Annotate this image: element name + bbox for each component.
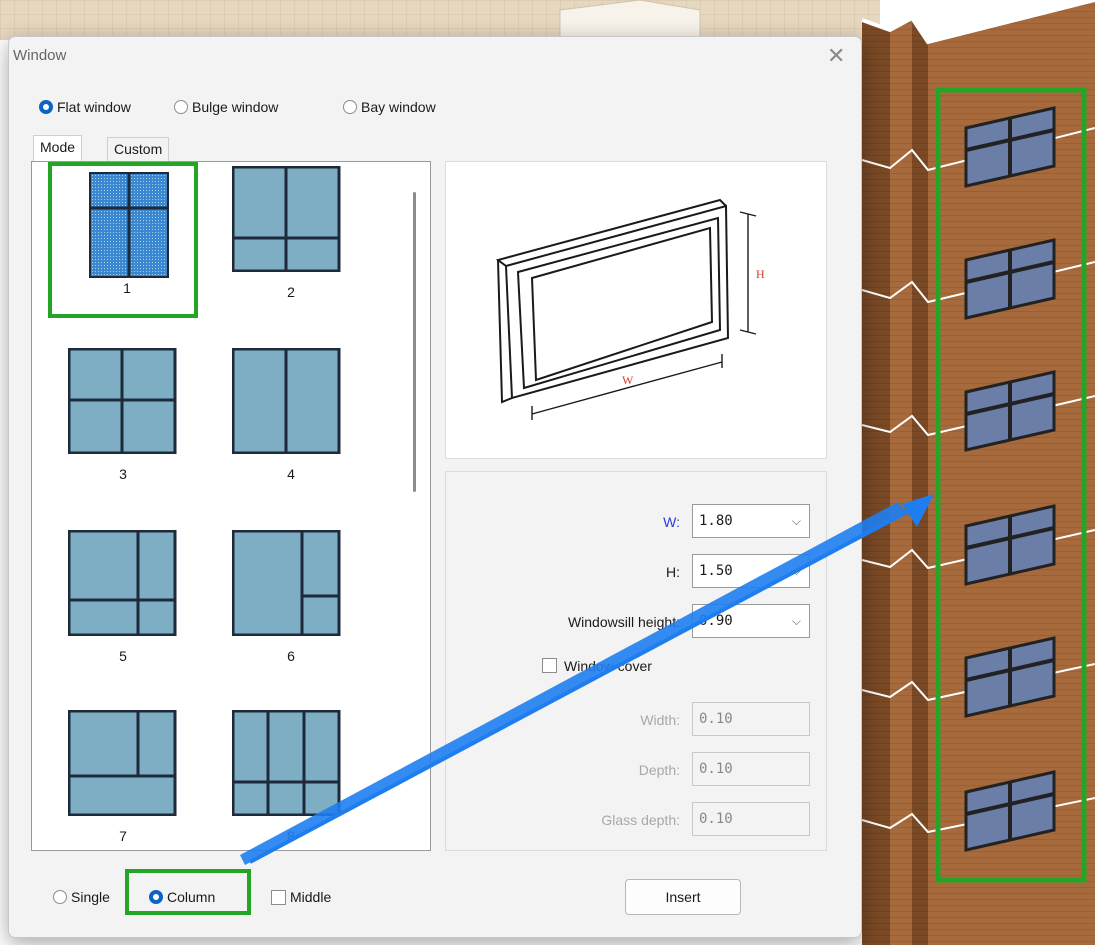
svg-text:W: W	[622, 373, 634, 387]
window-style-7[interactable]: 7	[48, 710, 198, 850]
windowsill-height-label: Windowsill height:	[567, 614, 680, 630]
radio-bulge-window[interactable]: Bulge window	[174, 99, 278, 115]
w-combo[interactable]: 1.80 ⌵	[692, 504, 810, 538]
width-field[interactable]: 0.10	[692, 702, 810, 736]
window-style-icon	[232, 710, 341, 816]
chevron-down-icon: ⌵	[791, 514, 801, 528]
window-style-icon	[232, 530, 341, 636]
style-number: 2	[287, 284, 295, 300]
checkbox-box	[271, 889, 286, 905]
style-number: 6	[287, 648, 295, 664]
window-preview: H W	[445, 161, 827, 459]
window-style-5[interactable]: 5	[48, 530, 198, 686]
chevron-down-icon: ⌵	[791, 564, 801, 578]
svg-text:H: H	[756, 267, 765, 281]
tab-custom[interactable]: Custom	[107, 137, 170, 161]
radio-single[interactable]: Single	[53, 889, 110, 905]
window-style-icon	[89, 172, 169, 278]
window-style-icon	[68, 710, 177, 816]
h-label: H:	[666, 564, 680, 580]
list-scrollbar[interactable]	[413, 192, 416, 492]
style-number: 5	[119, 648, 127, 664]
tab-mode[interactable]: Mode	[33, 135, 83, 161]
style-number: 8	[287, 828, 295, 844]
window-style-icon	[232, 166, 341, 272]
glass-depth-field[interactable]: 0.10	[692, 802, 810, 836]
depth-label: Depth:	[638, 762, 680, 778]
window-style-2[interactable]: 2	[216, 166, 366, 322]
insert-button[interactable]: Insert	[625, 879, 741, 915]
style-number: 1	[123, 280, 131, 296]
dialog-title: Window	[13, 47, 67, 64]
radio-dot-icon	[149, 890, 163, 904]
window-cover-checkbox[interactable]	[542, 658, 557, 673]
window-style-3[interactable]: 3	[48, 348, 198, 504]
width-label: Width:	[640, 712, 680, 728]
window-dialog: Window ✕ Flat window Bulge window Bay wi…	[8, 36, 862, 938]
style-number: 7	[119, 828, 127, 844]
style-number: 4	[287, 466, 295, 482]
radio-dot-icon	[174, 100, 188, 114]
checkbox-middle[interactable]: Middle	[271, 889, 331, 905]
depth-field[interactable]: 0.10	[692, 752, 810, 786]
window-3d-preview: H W	[495, 198, 765, 420]
chevron-down-icon: ⌵	[791, 614, 801, 628]
radio-dot-icon	[39, 100, 53, 114]
windowsill-height-combo[interactable]: 0.90 ⌵	[692, 604, 810, 638]
radio-bay-window[interactable]: Bay window	[343, 99, 436, 115]
glass-depth-label: Glass depth:	[601, 812, 680, 828]
window-style-8[interactable]: 8	[216, 710, 366, 850]
style-number: 3	[119, 466, 127, 482]
window-parameters: W: 1.80 ⌵ H: 1.50 ⌵ Windowsill height: 0.9…	[445, 471, 827, 851]
w-label: W:	[663, 514, 680, 530]
window-style-6[interactable]: 6	[216, 530, 366, 686]
radio-dot-icon	[343, 100, 357, 114]
window-style-4[interactable]: 4	[216, 348, 366, 504]
radio-column[interactable]: Column	[149, 889, 215, 905]
window-cover-label: Window cover	[564, 658, 652, 674]
window-style-icon	[68, 348, 177, 454]
window-style-1[interactable]: 1	[48, 162, 198, 318]
radio-flat-window[interactable]: Flat window	[39, 99, 131, 115]
h-combo[interactable]: 1.50 ⌵	[692, 554, 810, 588]
radio-dot-icon	[53, 890, 67, 904]
close-icon[interactable]: ✕	[827, 43, 845, 69]
window-style-icon	[232, 348, 341, 454]
window-style-list[interactable]: 1 2 3 4 5 6 7 8	[31, 161, 431, 851]
window-style-icon	[68, 530, 177, 636]
